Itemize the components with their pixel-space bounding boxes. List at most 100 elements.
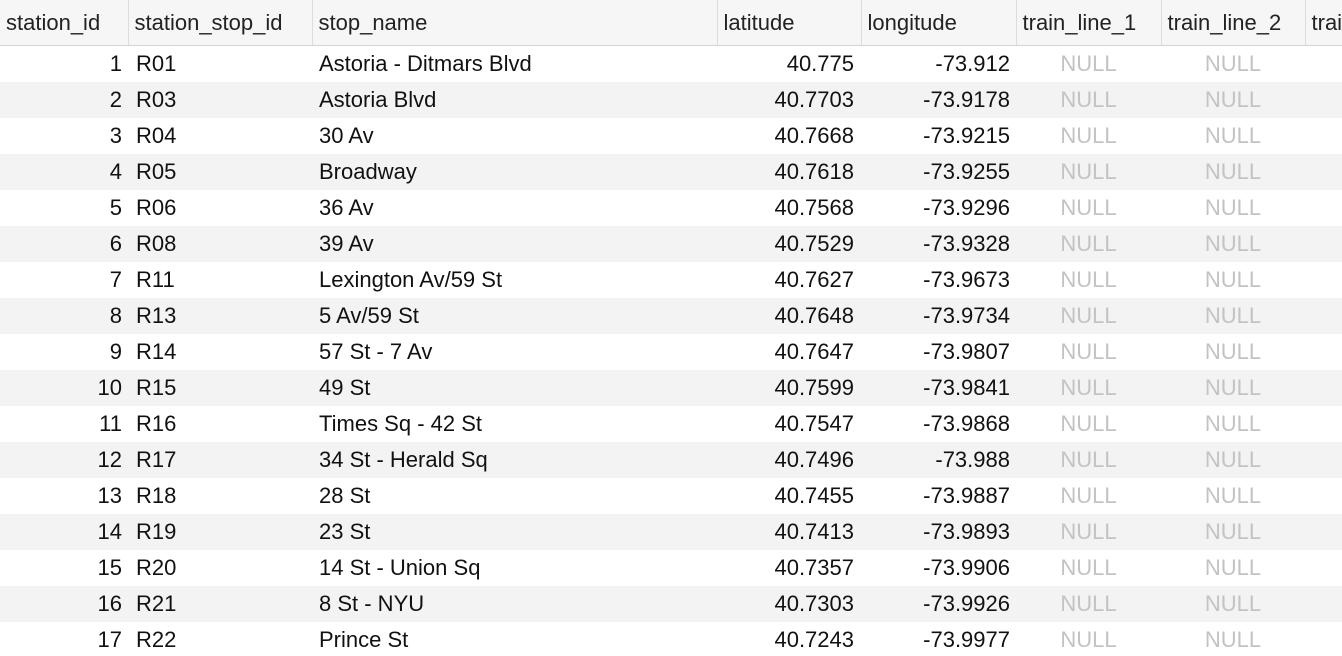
cell-train-line-3[interactable]: [1305, 262, 1342, 298]
cell-longitude[interactable]: -73.9673: [861, 262, 1016, 298]
cell-train-line-2[interactable]: NULL: [1161, 478, 1305, 514]
cell-station-stop-id[interactable]: R21: [128, 586, 312, 622]
cell-latitude[interactable]: 40.7647: [717, 334, 861, 370]
cell-latitude[interactable]: 40.7547: [717, 406, 861, 442]
table-row[interactable]: 3 R04 30 Av 40.7668 -73.9215 NULL NULL: [0, 118, 1342, 154]
table-row[interactable]: 10 R15 49 St 40.7599 -73.9841 NULL NULL: [0, 370, 1342, 406]
cell-station-id[interactable]: 16: [0, 586, 128, 622]
cell-train-line-1[interactable]: NULL: [1016, 514, 1161, 550]
column-header-train-line-2[interactable]: train_line_2: [1161, 0, 1306, 46]
cell-station-stop-id[interactable]: R06: [128, 190, 312, 226]
cell-longitude[interactable]: -73.9887: [861, 478, 1016, 514]
cell-train-line-1[interactable]: NULL: [1016, 82, 1161, 118]
table-row[interactable]: 12 R17 34 St - Herald Sq 40.7496 -73.988…: [0, 442, 1342, 478]
column-header-train-line-3-partial[interactable]: trai: [1305, 0, 1342, 46]
cell-stop-name[interactable]: 23 St: [312, 514, 717, 550]
cell-station-stop-id[interactable]: R16: [128, 406, 312, 442]
cell-station-id[interactable]: 3: [0, 118, 128, 154]
cell-train-line-1[interactable]: NULL: [1016, 550, 1161, 586]
cell-stop-name[interactable]: 28 St: [312, 478, 717, 514]
cell-longitude[interactable]: -73.9977: [861, 622, 1016, 656]
cell-train-line-3[interactable]: [1305, 406, 1342, 442]
table-row[interactable]: 5 R06 36 Av 40.7568 -73.9296 NULL NULL: [0, 190, 1342, 226]
cell-stop-name[interactable]: Broadway: [312, 154, 717, 190]
cell-train-line-2[interactable]: NULL: [1161, 118, 1305, 154]
cell-longitude[interactable]: -73.9215: [861, 118, 1016, 154]
cell-stop-name[interactable]: 36 Av: [312, 190, 717, 226]
cell-latitude[interactable]: 40.7303: [717, 586, 861, 622]
column-header-station-stop-id[interactable]: station_stop_id: [128, 0, 313, 46]
cell-longitude[interactable]: -73.9734: [861, 298, 1016, 334]
column-header-latitude[interactable]: latitude: [717, 0, 862, 46]
cell-station-stop-id[interactable]: R11: [128, 262, 312, 298]
cell-train-line-2[interactable]: NULL: [1161, 586, 1305, 622]
cell-train-line-1[interactable]: NULL: [1016, 406, 1161, 442]
table-row[interactable]: 1 R01 Astoria - Ditmars Blvd 40.775 -73.…: [0, 45, 1342, 82]
cell-train-line-1[interactable]: NULL: [1016, 370, 1161, 406]
cell-train-line-1[interactable]: NULL: [1016, 154, 1161, 190]
cell-latitude[interactable]: 40.7455: [717, 478, 861, 514]
cell-train-line-2[interactable]: NULL: [1161, 514, 1305, 550]
cell-latitude[interactable]: 40.7243: [717, 622, 861, 656]
cell-longitude[interactable]: -73.9296: [861, 190, 1016, 226]
cell-stop-name[interactable]: Times Sq - 42 St: [312, 406, 717, 442]
cell-latitude[interactable]: 40.7496: [717, 442, 861, 478]
results-grid[interactable]: station_id station_stop_id stop_name lat…: [0, 0, 1342, 656]
table-row[interactable]: 14 R19 23 St 40.7413 -73.9893 NULL NULL: [0, 514, 1342, 550]
cell-station-stop-id[interactable]: R14: [128, 334, 312, 370]
cell-train-line-1[interactable]: NULL: [1016, 262, 1161, 298]
cell-train-line-3[interactable]: [1305, 190, 1342, 226]
cell-train-line-3[interactable]: [1305, 118, 1342, 154]
cell-train-line-1[interactable]: NULL: [1016, 442, 1161, 478]
cell-train-line-2[interactable]: NULL: [1161, 334, 1305, 370]
cell-train-line-2[interactable]: NULL: [1161, 154, 1305, 190]
cell-stop-name[interactable]: 57 St - 7 Av: [312, 334, 717, 370]
cell-station-id[interactable]: 5: [0, 190, 128, 226]
cell-station-stop-id[interactable]: R20: [128, 550, 312, 586]
cell-stop-name[interactable]: Astoria - Ditmars Blvd: [312, 45, 717, 82]
cell-train-line-2[interactable]: NULL: [1161, 550, 1305, 586]
cell-longitude[interactable]: -73.9178: [861, 82, 1016, 118]
cell-train-line-3[interactable]: [1305, 154, 1342, 190]
table-row[interactable]: 11 R16 Times Sq - 42 St 40.7547 -73.9868…: [0, 406, 1342, 442]
cell-train-line-1[interactable]: NULL: [1016, 190, 1161, 226]
cell-train-line-3[interactable]: [1305, 334, 1342, 370]
cell-stop-name[interactable]: Astoria Blvd: [312, 82, 717, 118]
table-row[interactable]: 8 R13 5 Av/59 St 40.7648 -73.9734 NULL N…: [0, 298, 1342, 334]
cell-station-id[interactable]: 14: [0, 514, 128, 550]
cell-train-line-1[interactable]: NULL: [1016, 298, 1161, 334]
cell-train-line-2[interactable]: NULL: [1161, 190, 1305, 226]
cell-station-stop-id[interactable]: R17: [128, 442, 312, 478]
table-row[interactable]: 9 R14 57 St - 7 Av 40.7647 -73.9807 NULL…: [0, 334, 1342, 370]
cell-latitude[interactable]: 40.7618: [717, 154, 861, 190]
cell-train-line-3[interactable]: [1305, 45, 1342, 82]
cell-train-line-3[interactable]: [1305, 478, 1342, 514]
cell-train-line-2[interactable]: NULL: [1161, 406, 1305, 442]
cell-station-stop-id[interactable]: R13: [128, 298, 312, 334]
cell-station-stop-id[interactable]: R22: [128, 622, 312, 656]
cell-stop-name[interactable]: 5 Av/59 St: [312, 298, 717, 334]
cell-latitude[interactable]: 40.7529: [717, 226, 861, 262]
cell-latitude[interactable]: 40.775: [717, 45, 861, 82]
cell-latitude[interactable]: 40.7568: [717, 190, 861, 226]
cell-station-id[interactable]: 9: [0, 334, 128, 370]
cell-station-stop-id[interactable]: R15: [128, 370, 312, 406]
cell-station-id[interactable]: 13: [0, 478, 128, 514]
cell-station-stop-id[interactable]: R08: [128, 226, 312, 262]
cell-train-line-3[interactable]: [1305, 82, 1342, 118]
cell-latitude[interactable]: 40.7357: [717, 550, 861, 586]
cell-station-id[interactable]: 10: [0, 370, 128, 406]
cell-train-line-3[interactable]: [1305, 586, 1342, 622]
cell-train-line-3[interactable]: [1305, 298, 1342, 334]
column-header-train-line-1[interactable]: train_line_1: [1016, 0, 1162, 46]
table-row[interactable]: 16 R21 8 St - NYU 40.7303 -73.9926 NULL …: [0, 586, 1342, 622]
cell-longitude[interactable]: -73.9906: [861, 550, 1016, 586]
cell-latitude[interactable]: 40.7703: [717, 82, 861, 118]
cell-station-id[interactable]: 4: [0, 154, 128, 190]
cell-station-stop-id[interactable]: R01: [128, 45, 312, 82]
column-header-stop-name[interactable]: stop_name: [312, 0, 718, 46]
table-row[interactable]: 2 R03 Astoria Blvd 40.7703 -73.9178 NULL…: [0, 82, 1342, 118]
cell-station-id[interactable]: 6: [0, 226, 128, 262]
cell-longitude[interactable]: -73.9926: [861, 586, 1016, 622]
cell-train-line-1[interactable]: NULL: [1016, 622, 1161, 656]
